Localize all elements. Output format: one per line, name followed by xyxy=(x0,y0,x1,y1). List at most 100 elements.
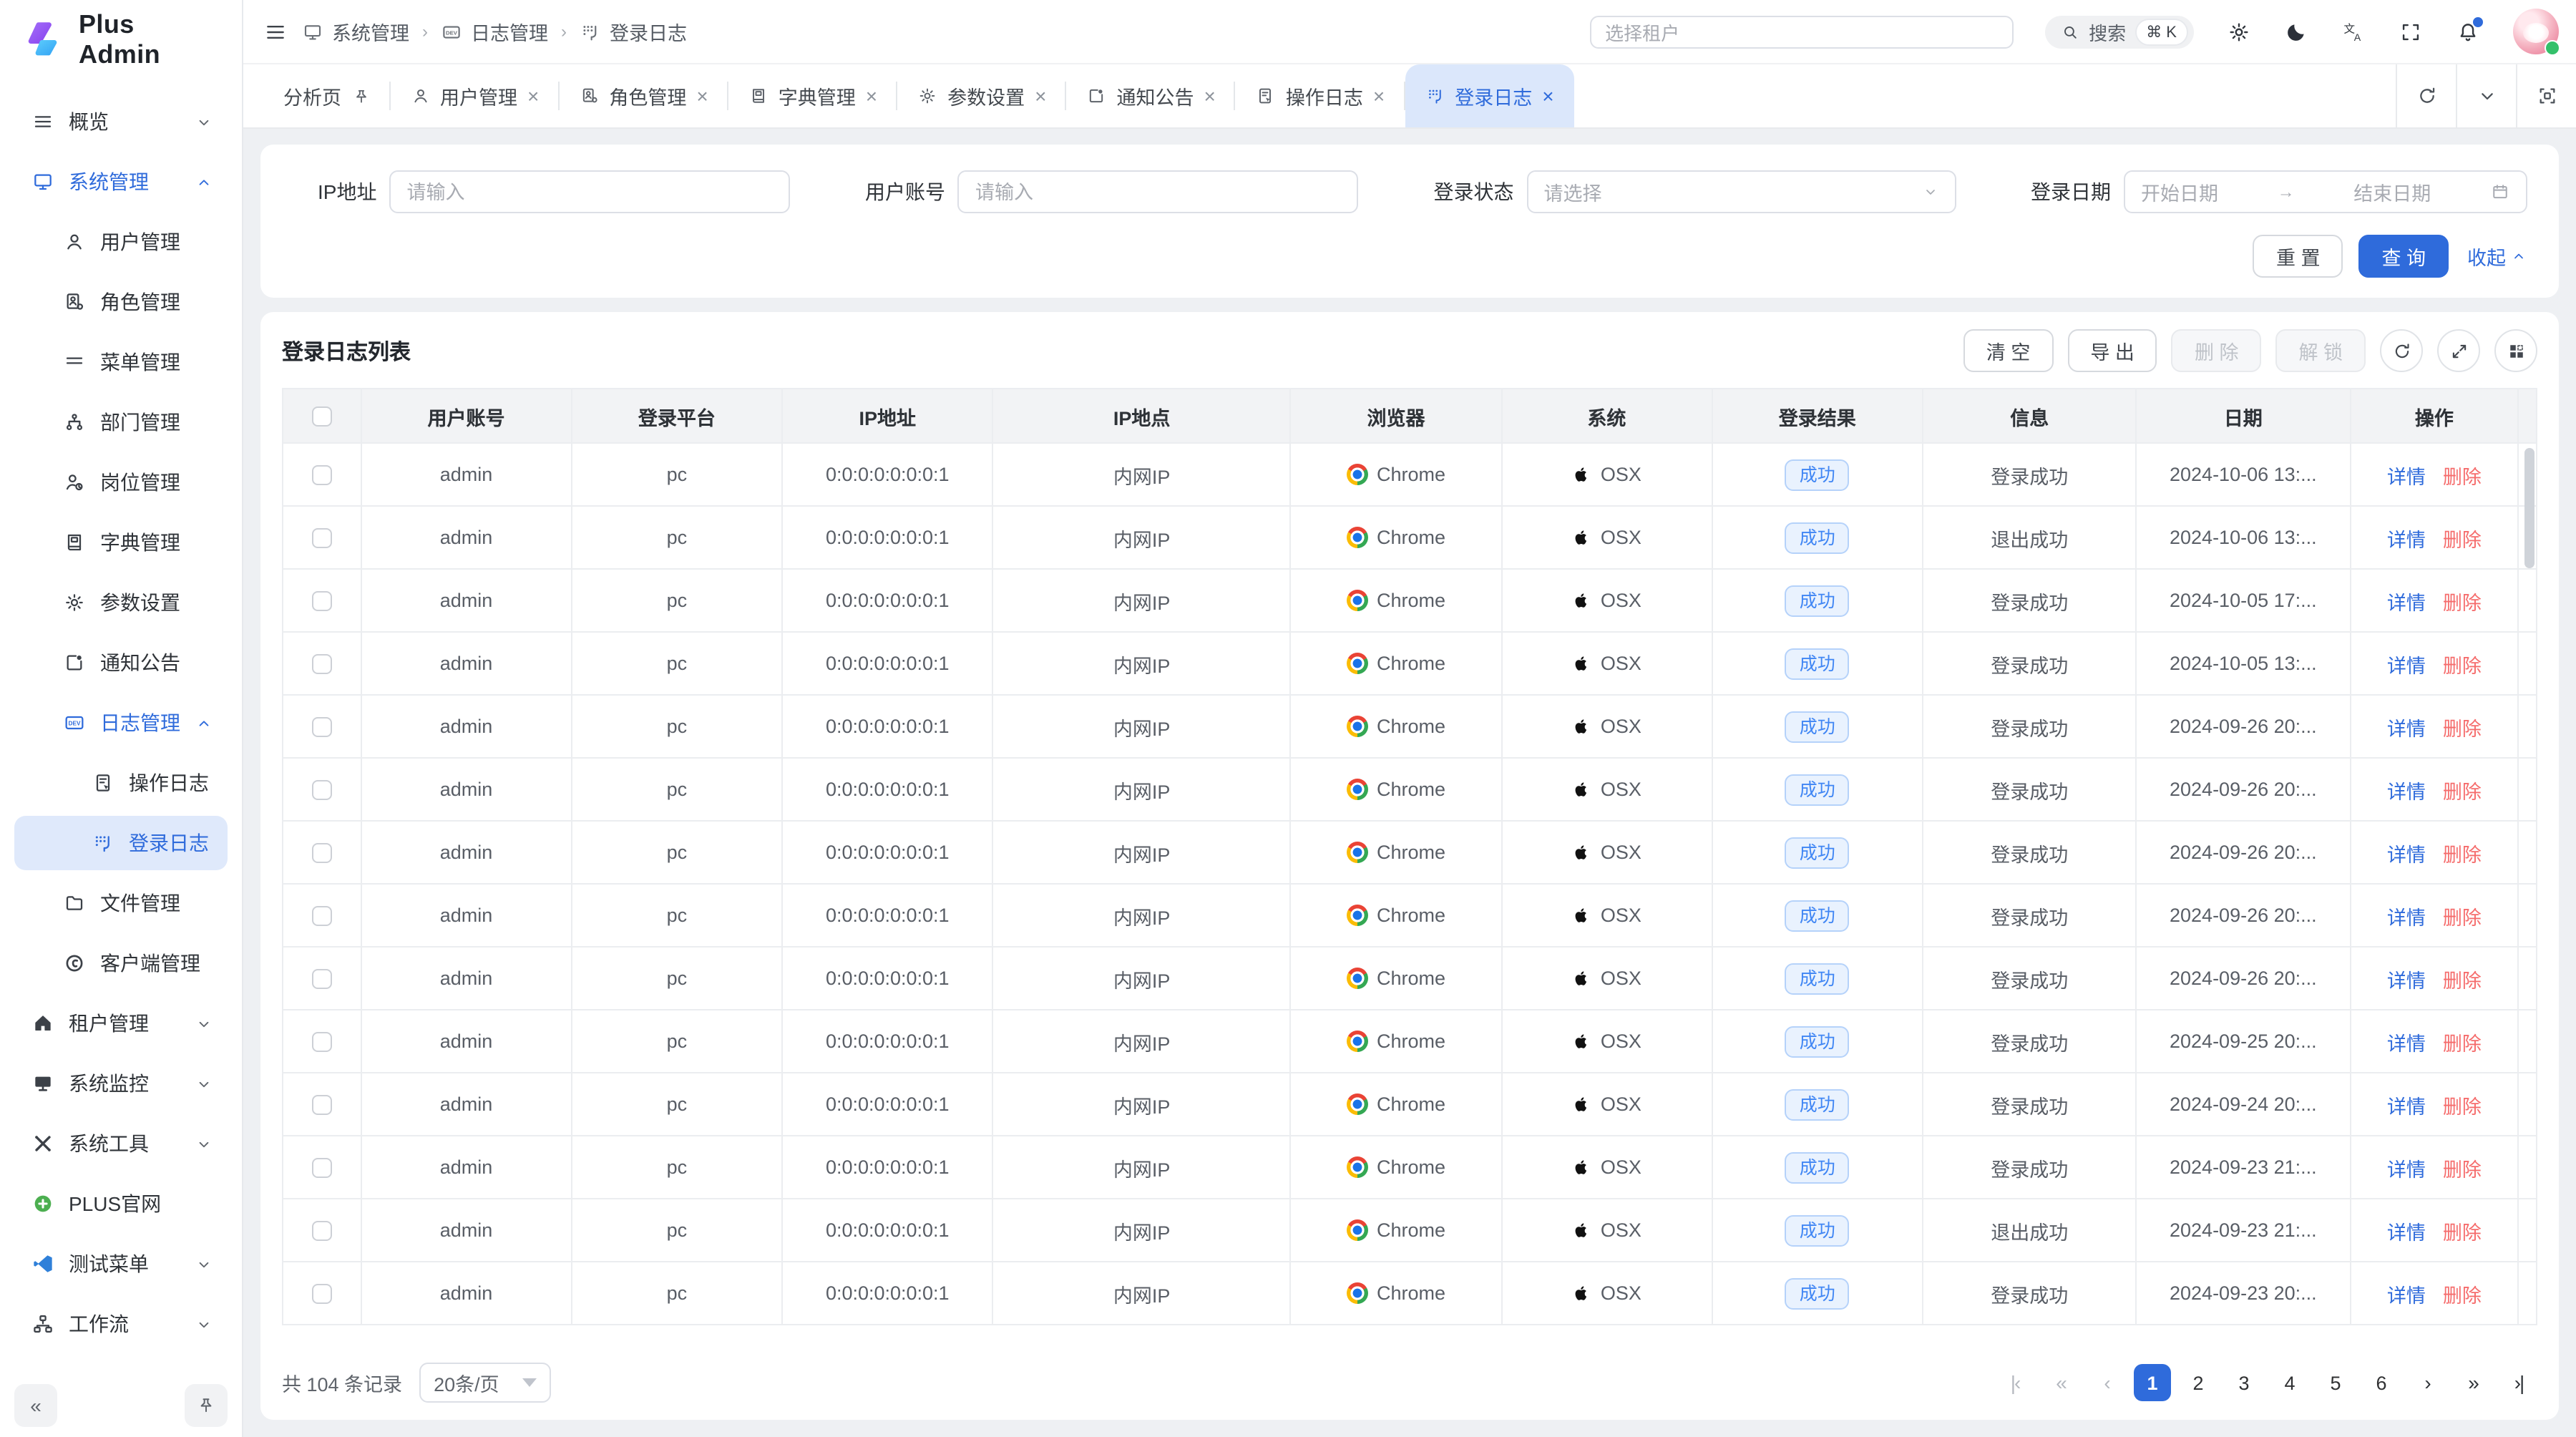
sidebar-item-测试菜单[interactable]: 测试菜单 xyxy=(14,1237,228,1291)
delete-link[interactable]: 删除 xyxy=(2443,844,2482,865)
row-checkbox[interactable] xyxy=(312,1284,332,1304)
page-button-3[interactable]: 3 xyxy=(2225,1364,2263,1401)
breadcrumb-item-登录日志[interactable]: 登录日志 xyxy=(580,17,687,46)
first-page-button[interactable]: |‹ xyxy=(1996,1364,2034,1401)
tab-角色管理[interactable]: 角色管理× xyxy=(559,64,728,127)
detail-link[interactable]: 详情 xyxy=(2387,466,2426,487)
delete-link[interactable]: 删除 xyxy=(2443,907,2482,928)
close-tab-icon[interactable]: × xyxy=(1373,86,1385,106)
detail-link[interactable]: 详情 xyxy=(2387,529,2426,550)
row-checkbox[interactable] xyxy=(312,528,332,548)
export-button[interactable]: 导 出 xyxy=(2067,329,2157,372)
collapse-filter-link[interactable]: 收起 xyxy=(2467,242,2527,271)
delete-link[interactable]: 删除 xyxy=(2443,1033,2482,1054)
clear-button[interactable]: 清 空 xyxy=(1963,329,2054,372)
reset-button[interactable]: 重 置 xyxy=(2253,235,2343,278)
close-tab-icon[interactable]: × xyxy=(1035,86,1046,106)
tab-用户管理[interactable]: 用户管理× xyxy=(390,64,559,127)
sidebar-item-租户管理[interactable]: 租户管理 xyxy=(14,996,228,1051)
delete-link[interactable]: 删除 xyxy=(2443,466,2482,487)
delete-link[interactable]: 删除 xyxy=(2443,1159,2482,1180)
sidebar-item-日志管理[interactable]: DEV日志管理 xyxy=(14,696,228,750)
delete-button[interactable]: 删 除 xyxy=(2172,329,2262,372)
page-size-select[interactable]: 20条/页 xyxy=(419,1363,551,1403)
expand-table-button[interactable] xyxy=(2437,329,2480,372)
next-page-button[interactable]: › xyxy=(2409,1364,2446,1401)
sidebar-item-客户端管理[interactable]: 客户端管理 xyxy=(14,936,228,990)
row-checkbox[interactable] xyxy=(312,906,332,926)
sidebar-item-角色管理[interactable]: 角色管理 xyxy=(14,275,228,329)
tab-通知公告[interactable]: 通知公告× xyxy=(1067,64,1236,127)
row-checkbox[interactable] xyxy=(312,1032,332,1052)
tab-分析页[interactable]: 分析页 xyxy=(263,64,390,127)
row-checkbox[interactable] xyxy=(312,1095,332,1115)
breadcrumb-item-日志管理[interactable]: DEV日志管理 xyxy=(441,17,548,46)
sidebar-item-岗位管理[interactable]: 岗位管理 xyxy=(14,455,228,510)
close-tab-icon[interactable]: × xyxy=(527,86,539,106)
sidebar-item-字典管理[interactable]: 字典管理 xyxy=(14,515,228,570)
sidebar-item-系统管理[interactable]: 系统管理 xyxy=(14,155,228,209)
row-checkbox[interactable] xyxy=(312,717,332,737)
pin-sidebar-button[interactable] xyxy=(185,1384,228,1427)
sidebar-item-文件管理[interactable]: 文件管理 xyxy=(14,876,228,930)
page-button-5[interactable]: 5 xyxy=(2317,1364,2354,1401)
refresh-tab-button[interactable] xyxy=(2396,64,2456,127)
login-date-range[interactable]: 开始日期 → 结束日期 xyxy=(2124,170,2527,213)
sidebar-item-概览[interactable]: 概览 xyxy=(14,94,228,149)
delete-link[interactable]: 删除 xyxy=(2443,592,2482,613)
delete-link[interactable]: 删除 xyxy=(2443,1222,2482,1243)
row-checkbox[interactable] xyxy=(312,1158,332,1178)
delete-link[interactable]: 删除 xyxy=(2443,718,2482,739)
global-search-button[interactable]: 搜索 ⌘ K xyxy=(2044,15,2194,48)
delete-link[interactable]: 删除 xyxy=(2443,970,2482,991)
close-tab-icon[interactable]: × xyxy=(1204,86,1216,106)
table-scrollbar[interactable] xyxy=(2524,448,2534,568)
sidebar-item-操作日志[interactable]: 操作日志 xyxy=(14,756,228,810)
sidebar-item-系统监控[interactable]: 系统监控 xyxy=(14,1056,228,1111)
jump-back-button[interactable]: « xyxy=(2042,1364,2079,1401)
detail-link[interactable]: 详情 xyxy=(2387,781,2426,802)
delete-link[interactable]: 删除 xyxy=(2443,1096,2482,1117)
jump-forward-button[interactable]: » xyxy=(2454,1364,2492,1401)
row-checkbox[interactable] xyxy=(312,591,332,611)
sidebar-item-系统工具[interactable]: 系统工具 xyxy=(14,1116,228,1171)
prev-page-button[interactable]: ‹ xyxy=(2088,1364,2125,1401)
sidebar-item-PLUS官网[interactable]: PLUS官网 xyxy=(14,1177,228,1231)
row-checkbox[interactable] xyxy=(312,654,332,674)
last-page-button[interactable]: ›| xyxy=(2500,1364,2537,1401)
account-input[interactable] xyxy=(975,181,1342,203)
close-tab-icon[interactable]: × xyxy=(696,86,708,106)
detail-link[interactable]: 详情 xyxy=(2387,1033,2426,1054)
detail-link[interactable]: 详情 xyxy=(2387,1096,2426,1117)
breadcrumb-item-系统管理[interactable]: 系统管理 xyxy=(302,17,409,46)
dark-mode-moon-icon[interactable] xyxy=(2284,19,2308,44)
ip-input[interactable] xyxy=(406,181,773,203)
content-fullscreen-button[interactable] xyxy=(2516,64,2576,127)
translate-icon[interactable]: 文A xyxy=(2341,19,2366,44)
tenant-select[interactable]: 选择租户 xyxy=(1589,15,2013,48)
login-status-select[interactable]: 请选择 xyxy=(1526,170,1956,213)
sidebar-item-用户管理[interactable]: 用户管理 xyxy=(14,215,228,269)
delete-link[interactable]: 删除 xyxy=(2443,1285,2482,1306)
detail-link[interactable]: 详情 xyxy=(2387,655,2426,676)
detail-link[interactable]: 详情 xyxy=(2387,844,2426,865)
tab-参数设置[interactable]: 参数设置× xyxy=(897,64,1066,127)
sidebar-item-通知公告[interactable]: 通知公告 xyxy=(14,635,228,690)
notification-bell-icon[interactable] xyxy=(2456,19,2480,44)
detail-link[interactable]: 详情 xyxy=(2387,1159,2426,1180)
tab-字典管理[interactable]: 字典管理× xyxy=(728,64,897,127)
sidebar-item-部门管理[interactable]: 部门管理 xyxy=(14,395,228,449)
select-all-checkbox[interactable] xyxy=(312,406,332,427)
sidebar-item-工作流[interactable]: 工作流 xyxy=(14,1297,228,1351)
close-tab-icon[interactable]: × xyxy=(1542,86,1553,106)
detail-link[interactable]: 详情 xyxy=(2387,1222,2426,1243)
row-checkbox[interactable] xyxy=(312,780,332,800)
sidebar-item-菜单管理[interactable]: 菜单管理 xyxy=(14,335,228,389)
search-button[interactable]: 查 询 xyxy=(2358,235,2449,278)
detail-link[interactable]: 详情 xyxy=(2387,592,2426,613)
row-checkbox[interactable] xyxy=(312,1221,332,1241)
page-button-2[interactable]: 2 xyxy=(2180,1364,2217,1401)
tab-登录日志[interactable]: 登录日志× xyxy=(1405,64,1574,127)
close-tab-icon[interactable]: × xyxy=(866,86,877,106)
row-checkbox[interactable] xyxy=(312,969,332,989)
